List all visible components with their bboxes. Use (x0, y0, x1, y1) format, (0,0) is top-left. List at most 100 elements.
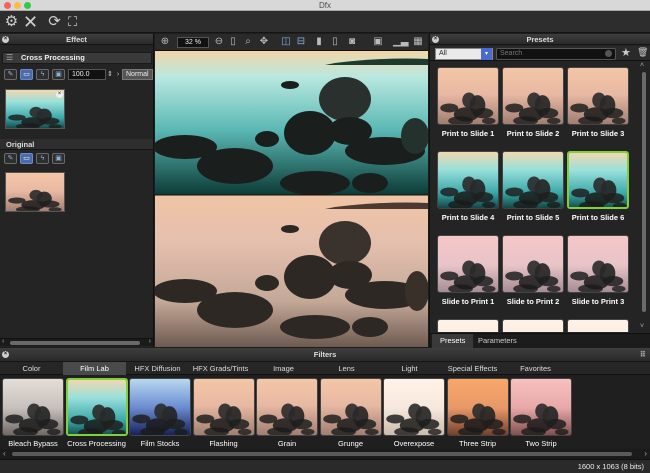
filter-controls-row: ✎ ▭ ϟ ▣ 100.0 ⇕ › Normal (4, 69, 153, 83)
filters-panel-header: × Filters ⠿ (0, 348, 650, 362)
close-filters-icon[interactable]: × (2, 351, 9, 358)
presets-tabs: Presets Parameters (430, 333, 650, 348)
scroll-down-icon[interactable]: ˅ (640, 323, 644, 330)
presets-scrollbar[interactable]: ˄ ˅ (640, 62, 648, 330)
split-horizontal-icon[interactable]: ⊟ (295, 36, 307, 48)
monitor-icon-original[interactable]: ▭ (20, 153, 33, 164)
preset-item-partial[interactable] (502, 319, 564, 332)
brush-icon[interactable]: ✎ (4, 153, 17, 164)
image-viewer[interactable] (155, 51, 428, 347)
filter-thumbnail (319, 378, 382, 436)
preset-thumbnail (567, 151, 629, 209)
filter-item[interactable]: Three Strip (446, 378, 509, 450)
filter-item[interactable]: Two Strip (510, 378, 572, 450)
star-icon[interactable]: ★ (621, 46, 631, 59)
viewer-toolbar: ⊕ 32 % ⊖ ▯ ⌕ ✥ ◫ ⊟ ▮ ▯ ◙ ▣ ▁▃ ▦ (155, 34, 428, 51)
tab-presets[interactable]: Presets (432, 334, 474, 348)
active-filter-name: Cross Processing (21, 53, 85, 62)
preset-item[interactable]: Print to Slide 2 (502, 67, 564, 148)
scroll-up-icon[interactable]: ˄ (640, 62, 644, 69)
tab-parameters[interactable]: Parameters (470, 334, 525, 348)
filter-item[interactable]: Flashing (192, 378, 255, 450)
presets-panel-header: × Presets (430, 34, 650, 45)
filter-thumbnail (510, 378, 572, 436)
lightning-icon-original[interactable]: ϟ (36, 153, 49, 164)
category-select[interactable]: All ▾ (435, 48, 493, 60)
close-panel-icon[interactable]: × (2, 36, 9, 43)
filter-item[interactable]: Bleach Bypass (2, 378, 64, 450)
scroll-left-icon[interactable]: ‹ (3, 449, 6, 458)
presets-panel: × Presets All ▾ Search ★ 🗑 Print to Slid… (429, 34, 650, 348)
chevron-right-icon[interactable]: › (114, 69, 122, 80)
filter-tab[interactable]: Color (0, 362, 63, 375)
presets-search-input[interactable]: Search (496, 48, 616, 60)
preset-item[interactable]: Slide to Print 1 (437, 235, 499, 316)
filter-thumbnail (192, 378, 255, 436)
camera-icon[interactable]: ◙ (345, 36, 359, 48)
opacity-input[interactable]: 100.0 (68, 69, 106, 80)
blend-mode-button[interactable]: Normal (122, 69, 153, 80)
scroll-right-icon[interactable]: › (644, 449, 647, 458)
mask-icon-original[interactable]: ▣ (52, 153, 65, 164)
filter-item[interactable]: Cross Processing (65, 378, 128, 450)
filter-tab[interactable]: Light (378, 362, 441, 375)
mask-icon[interactable]: ▣ (52, 69, 65, 80)
fit-icon[interactable]: ▯ (227, 36, 239, 48)
grid-icon[interactable]: ▦ (411, 36, 425, 48)
preset-item-partial[interactable] (437, 319, 499, 332)
filter-tab[interactable]: Special Effects (441, 362, 504, 375)
magnifier-icon[interactable]: ⌕ (241, 36, 255, 48)
monitor-icon[interactable]: ▭ (20, 69, 33, 80)
trash-icon[interactable]: 🗑 (637, 47, 648, 58)
preset-item[interactable]: Slide to Print 2 (502, 235, 564, 316)
remove-effect-icon[interactable]: × (56, 91, 63, 98)
zoom-in-icon[interactable]: ⊕ (158, 36, 172, 48)
split-vertical-icon[interactable]: ◫ (280, 36, 292, 48)
preset-item[interactable]: Print to Slide 4 (437, 151, 499, 232)
filter-item[interactable]: Grunge (319, 378, 382, 450)
single-view-icon[interactable]: ▮ (313, 36, 325, 48)
preset-item[interactable]: Print to Slide 1 (437, 67, 499, 148)
clear-search-icon[interactable] (605, 50, 612, 57)
filter-tab[interactable]: HFX Diffusion (126, 362, 189, 375)
preset-item[interactable]: Print to Slide 5 (502, 151, 564, 232)
filter-tab[interactable]: Lens (315, 362, 378, 375)
preset-thumbnail (437, 319, 499, 332)
close-icon[interactable]: ✕ (22, 13, 39, 31)
crop-icon[interactable]: ⛶ (64, 14, 81, 30)
gear-icon[interactable]: ⚙ (3, 14, 20, 30)
screen-icon[interactable]: ▣ (371, 36, 385, 48)
preset-item[interactable]: Print to Slide 3 (567, 67, 629, 148)
filter-item[interactable]: Overexpose (383, 378, 445, 450)
pan-icon[interactable]: ✥ (257, 36, 271, 48)
filter-tab[interactable]: Film Lab (63, 362, 126, 375)
presets-panel-title: Presets (526, 35, 554, 44)
filter-item[interactable]: Film Stocks (129, 378, 191, 450)
grid-view-icon[interactable]: ⠿ (640, 348, 646, 362)
active-filter-row[interactable]: ☰ Cross Processing (2, 52, 152, 64)
close-presets-icon[interactable]: × (432, 36, 439, 43)
effect-thumbnail[interactable]: × (5, 89, 65, 129)
preset-item[interactable]: Slide to Print 3 (567, 235, 629, 316)
page-icon[interactable]: ▯ (329, 36, 341, 48)
original-thumbnail[interactable] (5, 172, 65, 212)
preset-item[interactable]: Print to Slide 6 (567, 151, 629, 232)
lightning-icon[interactable]: ϟ (36, 69, 49, 80)
filter-strip-scrollbar[interactable]: ‹ › (0, 449, 650, 459)
refresh-icon[interactable]: ⟳ (46, 14, 63, 30)
zoom-out-icon[interactable]: ⊖ (212, 36, 226, 48)
chevron-down-icon: ▾ (481, 48, 492, 60)
brush-mask-icon[interactable]: ✎ (4, 69, 17, 80)
preset-item-partial[interactable] (567, 319, 629, 332)
stepper-icon[interactable]: ⇕ (106, 69, 114, 80)
filter-label: Two Strip (525, 439, 557, 448)
filter-tab[interactable]: Image (252, 362, 315, 375)
zoom-level[interactable]: 32 % (177, 37, 209, 48)
filter-tab[interactable]: Favorites (504, 362, 567, 375)
filter-tab[interactable]: HFX Grads/Tints (189, 362, 252, 375)
scroll-left-icon[interactable]: ‹ (2, 338, 4, 345)
histogram-icon[interactable]: ▁▃ (393, 36, 408, 48)
filter-item[interactable]: Grain (256, 378, 318, 450)
effect-panel-scrollbar[interactable]: ‹ › (0, 338, 153, 346)
scroll-right-icon[interactable]: › (149, 338, 151, 345)
